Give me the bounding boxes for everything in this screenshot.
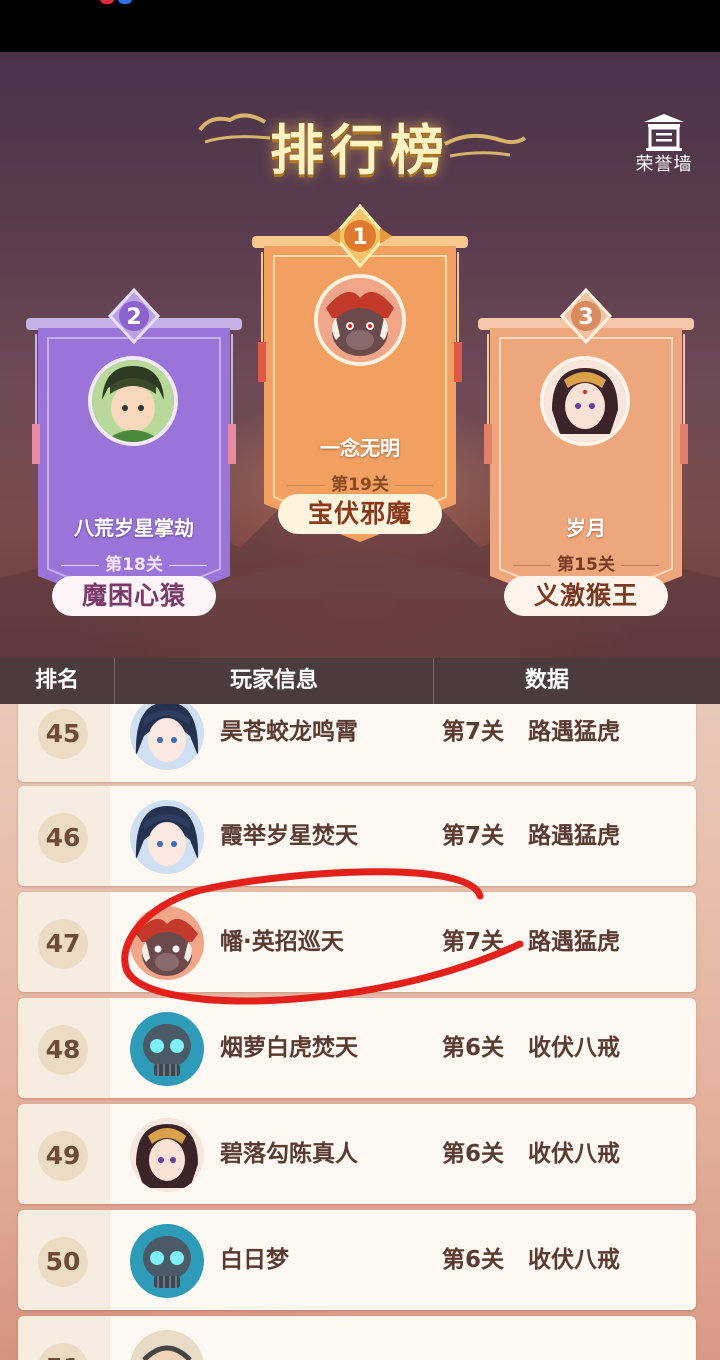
player-level: 第18关 (26, 550, 242, 575)
rank-cell: 49 (18, 1104, 110, 1204)
column-player-info: 玩家信息 (229, 668, 318, 693)
status-bar (0, 0, 720, 52)
honor-wall-button[interactable]: 荣誉墙 (632, 112, 696, 176)
status-icon (118, 0, 132, 4)
rank-cell: 45 (18, 704, 110, 782)
rank-3-badge-icon: 3 (559, 287, 613, 345)
status-icon (100, 0, 114, 4)
rank-number: 47 (38, 919, 88, 969)
player-stage: 第7关 (442, 823, 505, 849)
player-stage: 第6关 (442, 1035, 505, 1061)
ranking-row[interactable]: 47 幡·英招巡天 第7关 路遇猛虎 (18, 892, 696, 992)
player-level: 第19关 (252, 470, 468, 495)
player-stage: 第6关 (442, 1247, 505, 1273)
player-title: 路遇猛虎 (528, 719, 620, 745)
honor-wall-icon (644, 114, 684, 151)
ranking-row[interactable]: 45 昊苍蛟龙鸣霄 第7关 路遇猛虎 (18, 704, 696, 782)
rank-cell: 51 (18, 1316, 110, 1360)
player-stage: 第7关 (442, 719, 505, 745)
page-title: 排行榜 (270, 118, 450, 182)
ranking-table-header: 排名 玩家信息 数据 (0, 658, 720, 704)
rank-number: 45 (38, 709, 88, 759)
honor-wall-label: 荣誉墙 (635, 154, 693, 175)
rank-number: 48 (38, 1025, 88, 1075)
rank-cell: 50 (18, 1210, 110, 1310)
player-name: 霞举岁星焚天 (220, 823, 358, 849)
player-name: 一念无明 (320, 436, 400, 460)
ranking-row[interactable]: 48 烟萝白虎焚天 第6关 收伏八戒 (18, 998, 696, 1098)
ranking-list[interactable]: 45 昊苍蛟龙鸣霄 第7关 路遇猛虎 46 霞举岁星焚天 第7关 路遇猛虎 47… (0, 704, 720, 1360)
player-stage: 第7关 (442, 929, 505, 955)
princess-avatar (130, 1118, 204, 1192)
rank-1-badge-icon: 1 (328, 204, 392, 268)
player-title: 收伏八戒 (528, 1035, 620, 1061)
player-title: 义激猴王 (504, 576, 668, 616)
player-stage: 第6关 (442, 1141, 505, 1167)
podium-rank-1[interactable]: 1 一念无明 第19关 宝伏邪魔 (252, 204, 468, 544)
ranking-row[interactable]: 51 (18, 1316, 696, 1360)
blue-haired-girl-avatar (130, 800, 204, 874)
ranking-row[interactable]: 49 碧落勾陈真人 第6关 收伏八戒 (18, 1104, 696, 1204)
rank-number: 50 (38, 1237, 88, 1287)
player-name: 烟萝白虎焚天 (220, 1035, 358, 1061)
rank-cell: 48 (18, 998, 110, 1098)
rank-number: 51 (38, 1343, 88, 1360)
svg-text:2: 2 (126, 305, 141, 330)
rank-2-badge-icon: 2 (107, 287, 161, 345)
rank-number: 49 (38, 1131, 88, 1181)
rank-cell: 46 (18, 786, 110, 886)
green-haired-boy-avatar (88, 356, 178, 446)
old-monk-avatar (130, 1330, 204, 1360)
player-name: 碧落勾陈真人 (220, 1141, 358, 1167)
svg-text:1: 1 (352, 225, 367, 250)
ranking-row[interactable]: 46 霞举岁星焚天 第7关 路遇猛虎 (18, 786, 696, 886)
player-name: 白日梦 (220, 1247, 289, 1273)
blue-haired-girl-avatar (130, 704, 204, 770)
red-demon-boar-avatar (130, 906, 204, 980)
red-demon-boar-avatar (314, 274, 406, 366)
column-data: 数据 (524, 668, 569, 693)
podium-rank-2[interactable]: 2 八荒岁星掌劫 第18关 魔困心猿 (26, 287, 242, 616)
player-name: 八荒岁星掌劫 (74, 516, 194, 540)
player-title: 路遇猛虎 (528, 929, 620, 955)
player-title: 路遇猛虎 (528, 823, 620, 849)
rank-number: 46 (38, 813, 88, 863)
player-title: 收伏八戒 (528, 1141, 620, 1167)
column-rank: 排名 (34, 668, 79, 693)
player-title: 魔困心猿 (52, 576, 216, 616)
svg-text:3: 3 (578, 305, 593, 330)
leaderboard-title-wrap: 排行榜 (0, 100, 720, 182)
player-level: 第15关 (478, 550, 694, 575)
player-name: 昊苍蛟龙鸣霄 (220, 719, 358, 745)
blue-skull-avatar (130, 1224, 204, 1298)
podium-rank-3[interactable]: 3 岁月 第15关 义激猴王 (478, 287, 694, 616)
ranking-row[interactable]: 50 白日梦 第6关 收伏八戒 (18, 1210, 696, 1310)
player-name: 幡·英招巡天 (220, 929, 344, 955)
player-name: 岁月 (566, 516, 606, 540)
princess-avatar (540, 356, 630, 446)
player-title: 宝伏邪魔 (278, 494, 442, 534)
leaderboard-hero: 排行榜 荣誉墙 2 八荒岁星掌劫 第18关 魔困心猿 1 一念无明 第19关 宝… (0, 52, 720, 658)
rank-cell: 47 (18, 892, 110, 992)
player-title: 收伏八戒 (528, 1247, 620, 1273)
blue-skull-avatar (130, 1012, 204, 1086)
